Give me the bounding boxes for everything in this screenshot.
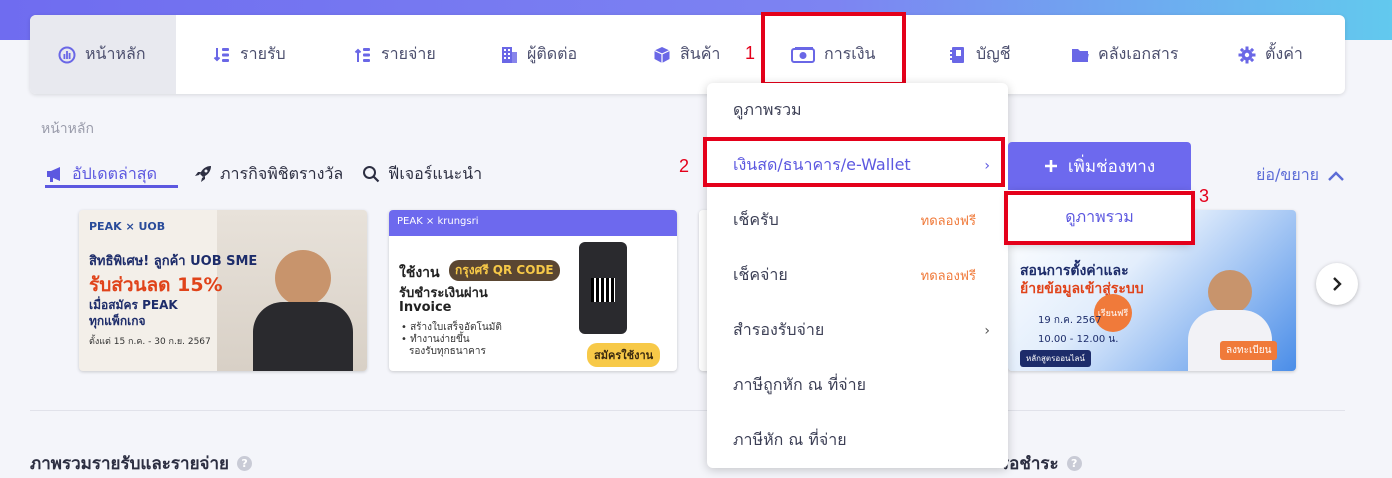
ledger-book-icon bbox=[949, 46, 967, 64]
submenu-item-overview[interactable]: ดูภาพรวม bbox=[1008, 190, 1191, 244]
banner-date: ตั้งแต่ 15 ก.ค. - 30 ก.ย. 2567 bbox=[89, 337, 211, 347]
menu-item-withholding-tax-deducted[interactable]: ภาษีถูกหัก ณ ที่จ่าย bbox=[707, 358, 1008, 413]
annotation-step-3: 3 bbox=[1199, 186, 1210, 206]
menu-item-label: เช็คจ่าย bbox=[733, 265, 788, 284]
chevron-up-icon bbox=[1327, 170, 1345, 182]
promo-banner-krungsri[interactable]: PEAK × krungsri ใช้งาน กรุงศรี QR CODE ร… bbox=[389, 210, 677, 371]
phone-image bbox=[579, 242, 627, 334]
plus-icon bbox=[1044, 159, 1058, 173]
banner-headline: ย้ายข้อมูลเข้าสู่ระบบ bbox=[1020, 281, 1144, 297]
tab-label: อัปเดตล่าสุด bbox=[72, 163, 157, 183]
free-trial-badge: ทดลองฟรี bbox=[920, 269, 976, 284]
nav-item-label: ผู้ติดต่อ bbox=[527, 44, 578, 63]
banner-tag: กรุงศรี QR CODE bbox=[449, 260, 560, 281]
qr-code-icon bbox=[591, 278, 615, 302]
contacts-icon bbox=[500, 46, 518, 64]
nav-item-label: คลังเอกสาร bbox=[1098, 44, 1179, 63]
tab-label: ภารกิจพิชิตรางวัล bbox=[220, 163, 344, 183]
menu-item-cheque-received[interactable]: เช็ครับ ทดลองฟรี bbox=[707, 193, 1008, 248]
menu-item-label: เงินสด/ธนาคาร/e-Wallet bbox=[733, 155, 911, 174]
banner-text: ใช้งาน bbox=[399, 265, 440, 281]
submenu-item-label: ดูภาพรวม bbox=[1065, 206, 1134, 226]
menu-item-label: ดูภาพรวม bbox=[733, 100, 802, 119]
nav-item-label: บัญชี bbox=[976, 44, 1011, 63]
section-income-expense-overview: ภาพรวมรายรับและรายจ่าย ? bbox=[30, 450, 253, 477]
menu-item-withholding-tax[interactable]: ภาษีหัก ณ ที่จ่าย bbox=[707, 413, 1008, 468]
banner-bullet: รองรับทุกธนาคาร bbox=[409, 346, 486, 357]
banner-text: Invoice bbox=[399, 300, 452, 315]
nav-item-label: รายรับ bbox=[240, 44, 286, 63]
nav-item-expense[interactable]: รายจ่าย bbox=[354, 15, 436, 94]
chevron-right-icon: › bbox=[984, 157, 990, 174]
collapse-expand-toggle[interactable]: ย่อ/ขยาย bbox=[1256, 163, 1345, 188]
banner-headline: สิทธิพิเศษ! ลูกค้า UOB SME bbox=[89, 254, 258, 269]
register-button[interactable]: ลงทะเบียน bbox=[1220, 341, 1278, 360]
nav-item-label: ตั้งค่า bbox=[1265, 44, 1303, 63]
nav-item-documents[interactable]: คลังเอกสาร bbox=[1071, 15, 1178, 94]
help-icon[interactable]: ? bbox=[1066, 456, 1082, 471]
tab-latest-updates[interactable]: อัปเดตล่าสุด bbox=[46, 160, 157, 188]
promo-banner-uob[interactable]: PEAK × UOB สิทธิพิเศษ! ลูกค้า UOB SME รั… bbox=[79, 210, 367, 371]
menu-item-label: เช็ครับ bbox=[733, 210, 779, 229]
person-suit-image bbox=[253, 302, 353, 371]
menu-item-label: สำรองรับจ่าย bbox=[733, 320, 825, 339]
banner-date: 19 ก.ค. 2567 bbox=[1038, 315, 1102, 326]
banner-time: 10.00 - 12.00 น. bbox=[1038, 334, 1119, 345]
tab-award-missions[interactable]: ภารกิจพิชิตรางวัล bbox=[194, 160, 343, 188]
nav-item-settings[interactable]: ตั้งค่า bbox=[1238, 15, 1303, 94]
banner-text: ทุกแพ็กเกจ bbox=[89, 314, 146, 328]
breadcrumb: หน้าหลัก bbox=[41, 121, 94, 137]
add-channel-label: เพิ่มช่องทาง bbox=[1067, 156, 1156, 177]
tab-recommended-features[interactable]: ฟีเจอร์แนะนำ bbox=[362, 160, 482, 188]
free-trial-badge: ทดลองฟรี bbox=[920, 214, 976, 229]
main-navbar: หน้าหลัก รายรับ รายจ่าย ผู้ติดต่อ สินค้า… bbox=[30, 15, 1345, 94]
section-title-text: ภาพรวมรายรับและรายจ่าย bbox=[30, 454, 230, 474]
expense-icon bbox=[354, 46, 372, 64]
megaphone-icon bbox=[46, 166, 64, 182]
income-icon bbox=[213, 46, 231, 64]
nav-item-contacts[interactable]: ผู้ติดต่อ bbox=[500, 15, 577, 94]
banner-brand: PEAK × UOB bbox=[89, 220, 166, 233]
help-icon[interactable]: ? bbox=[237, 456, 253, 471]
nav-item-income[interactable]: รายรับ bbox=[213, 15, 286, 94]
carousel-next-button[interactable] bbox=[1316, 263, 1358, 305]
nav-item-home[interactable]: หน้าหลัก bbox=[30, 15, 176, 94]
toggle-label: ย่อ/ขยาย bbox=[1256, 165, 1320, 184]
banner-brand: PEAK × krungsri bbox=[397, 216, 479, 227]
gear-icon bbox=[1238, 46, 1256, 64]
nav-item-label: หน้าหลัก bbox=[85, 44, 146, 63]
annotation-step-2: 2 bbox=[679, 156, 690, 176]
nav-item-label: รายจ่าย bbox=[381, 44, 436, 63]
folder-icon bbox=[1071, 46, 1089, 64]
menu-item-label: ภาษีหัก ณ ที่จ่าย bbox=[733, 430, 847, 449]
menu-item-label: ภาษีถูกหัก ณ ที่จ่าย bbox=[733, 375, 866, 394]
active-tab-indicator bbox=[45, 185, 178, 188]
rocket-icon bbox=[194, 165, 212, 183]
person-head-image bbox=[1208, 270, 1252, 314]
search-icon bbox=[362, 165, 380, 183]
money-icon bbox=[791, 46, 815, 64]
nav-item-label: การเงิน bbox=[824, 44, 876, 63]
annotation-step-1: 1 bbox=[745, 43, 756, 63]
banner-tag: หลักสูตรออนไลน์ bbox=[1020, 350, 1091, 367]
dashboard-icon bbox=[58, 46, 76, 64]
banner-cta-button[interactable]: สมัครใช้งาน bbox=[587, 343, 661, 367]
nav-item-label: สินค้า bbox=[680, 44, 721, 63]
menu-item-overview[interactable]: ดูภาพรวม bbox=[707, 83, 1008, 138]
section-awaiting-payment: รอชำระ ? bbox=[1000, 450, 1082, 477]
product-box-icon bbox=[653, 46, 671, 64]
chevron-right-icon: › bbox=[984, 322, 990, 339]
section-title-text: รอชำระ bbox=[1000, 454, 1059, 474]
chevron-right-icon bbox=[1331, 276, 1343, 292]
person-head-image bbox=[275, 250, 331, 306]
menu-item-petty-cash[interactable]: สำรองรับจ่าย › bbox=[707, 303, 1008, 358]
menu-item-cheque-paid[interactable]: เช็คจ่าย ทดลองฟรี bbox=[707, 248, 1008, 303]
add-channel-button[interactable]: เพิ่มช่องทาง bbox=[1008, 142, 1191, 190]
finance-dropdown-menu: ดูภาพรวม เงินสด/ธนาคาร/e-Wallet › เช็ครั… bbox=[707, 83, 1008, 468]
tab-label: ฟีเจอร์แนะนำ bbox=[388, 163, 483, 183]
section-divider bbox=[30, 410, 1345, 411]
menu-item-cash-bank-ewallet[interactable]: เงินสด/ธนาคาร/e-Wallet › bbox=[707, 138, 1008, 193]
